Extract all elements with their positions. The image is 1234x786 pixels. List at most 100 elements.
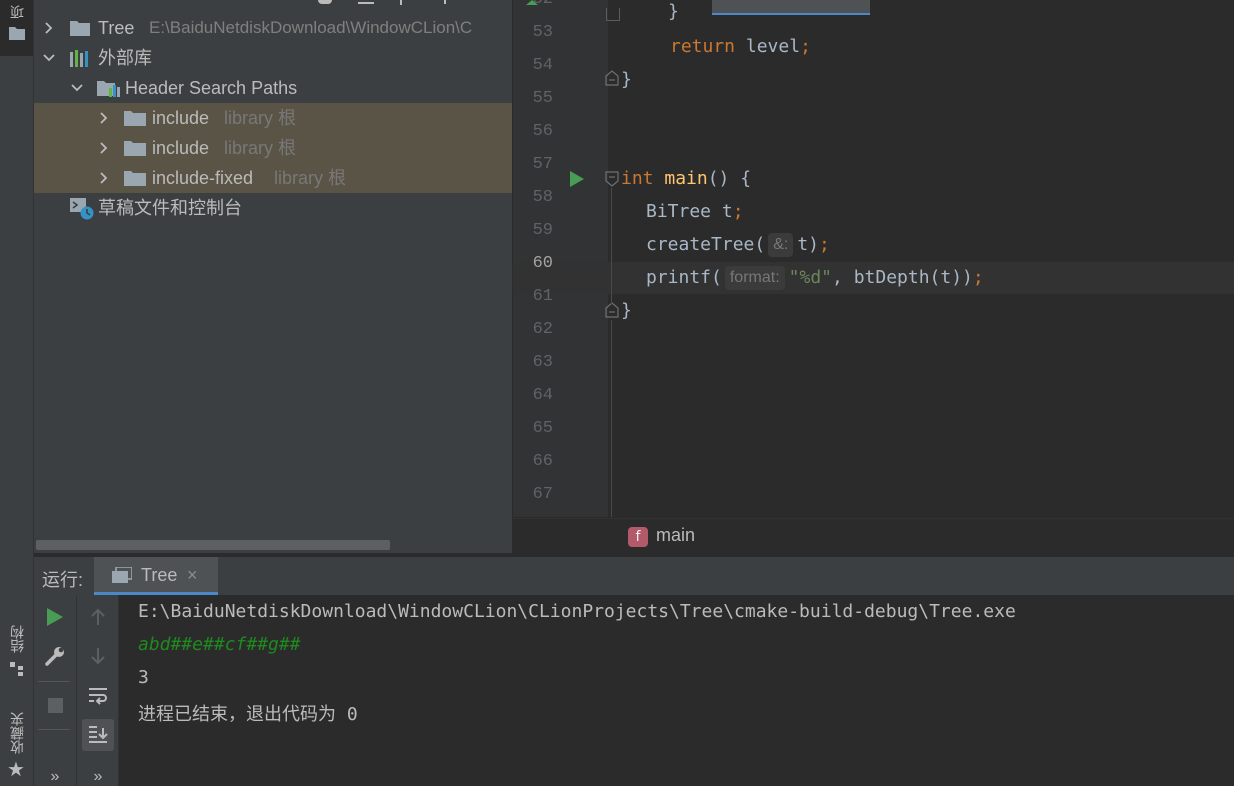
fold-marker[interactable]: [606, 8, 620, 21]
main-function-name: main: [664, 168, 708, 189]
run-main-icon[interactable]: [570, 171, 584, 187]
scroll-down-button[interactable]: [83, 641, 113, 671]
project-panel: Tree E:\BaiduNetdiskDownload\WindowCLion…: [34, 0, 512, 553]
line-number: 55: [532, 89, 553, 108]
code-line-58: BiTree t;: [646, 195, 744, 228]
line-number: 67: [532, 485, 553, 504]
line-number: 63: [532, 353, 553, 372]
main-signature-rest: () {: [707, 168, 752, 189]
more-icon: »: [50, 768, 60, 785]
editor-file-tab[interactable]: [712, 0, 870, 15]
createtree-call: createTree(: [646, 234, 766, 255]
fold-marker[interactable]: [605, 171, 619, 187]
wrap-icon: [89, 688, 107, 705]
code-line-61: }: [621, 294, 632, 327]
scratches-consoles-label: 草稿文件和控制台: [98, 198, 242, 218]
stop-button[interactable]: [40, 690, 70, 720]
tree-project-row[interactable]: Tree E:\BaiduNetdiskDownload\WindowCLion…: [34, 13, 512, 43]
brace-token: }: [621, 300, 632, 321]
line-number: 64: [532, 386, 553, 405]
line-number: 65: [532, 419, 553, 438]
scroll-to-end-button[interactable]: [82, 719, 114, 751]
code-editor[interactable]: 52 53 54 55 56 57 58 59 60 61 62 63 64 65 66 67 } retur…: [513, 0, 1234, 517]
folder-icon: [9, 27, 25, 40]
more-icon: »: [93, 768, 103, 785]
editor-breadcrumb[interactable]: f main: [513, 518, 1234, 554]
project-tab-label: 项: [9, 5, 25, 19]
line-number: 53: [532, 23, 553, 42]
scratches-consoles-row[interactable]: 草稿文件和控制台: [34, 193, 512, 223]
bitree-declaration: BiTree t: [646, 201, 733, 222]
run-console[interactable]: [34, 595, 1234, 786]
console-exe-path: E:\BaiduNetdiskDownload\WindowCLion\CLio…: [138, 601, 1016, 622]
console-exit-message: 进程已结束，退出代码为 0: [138, 704, 358, 725]
close-tab-icon[interactable]: ×: [187, 565, 198, 586]
include-row-2[interactable]: include library 根: [34, 133, 512, 163]
soft-wrap-button[interactable]: [83, 681, 113, 711]
code-line-53: return level;: [670, 30, 811, 63]
header-search-paths-label: Header Search Paths: [125, 78, 298, 98]
external-libraries-label: 外部库: [98, 48, 152, 68]
structure-icon: [10, 662, 23, 676]
function-icon: f: [628, 527, 648, 547]
library-root-hint: library 根: [224, 108, 297, 128]
favorites-tool-tab[interactable]: 收藏夹 ★: [0, 700, 33, 786]
include-fixed-row[interactable]: include-fixed library 根: [34, 163, 512, 193]
chevron-right-icon[interactable]: [97, 171, 111, 185]
include-row-1[interactable]: include library 根: [34, 103, 512, 133]
project-tool-tab[interactable]: 项: [0, 0, 33, 56]
include-label: include: [152, 108, 210, 128]
chevron-down-icon[interactable]: [42, 51, 56, 65]
rerun-button[interactable]: [40, 602, 70, 632]
structure-tool-tab[interactable]: 结构: [0, 612, 33, 684]
settings-button[interactable]: [40, 641, 70, 671]
header-search-paths-row[interactable]: Header Search Paths: [34, 73, 512, 103]
fold-marker[interactable]: [605, 302, 619, 318]
favorites-tab-label: 收藏夹: [9, 712, 25, 754]
code-line-54: }: [621, 63, 632, 96]
printf-call: printf(: [646, 267, 722, 288]
run-panel-header: 运行: Tree ×: [34, 556, 1234, 595]
external-libraries-row[interactable]: 外部库: [34, 43, 512, 73]
star-icon: ★: [7, 759, 25, 781]
breadcrumb-label: main: [656, 525, 696, 545]
more-right-button[interactable]: »: [83, 768, 113, 785]
library-root-hint: library 根: [274, 168, 347, 188]
left-tool-stripe: 项 结构 收藏夹 ★: [0, 0, 34, 786]
library-root-hint: library 根: [224, 138, 297, 158]
more-left-button[interactable]: »: [40, 768, 70, 785]
project-toolbar-fragment: [314, 0, 474, 6]
library-icon: [70, 50, 88, 67]
folder-icon: [124, 111, 146, 126]
line-number: 62: [532, 320, 553, 339]
line-number: 60: [532, 254, 553, 273]
param-hint-ref: &:: [768, 233, 794, 257]
param-hint-format: format:: [724, 266, 785, 290]
stop-icon: [47, 697, 63, 713]
run-tab-tree[interactable]: Tree ×: [94, 557, 218, 595]
arrow-up-icon: [91, 608, 105, 625]
library-folder-icon: [97, 81, 120, 97]
tree-project-label: Tree: [98, 18, 135, 38]
line-number: 54: [532, 56, 553, 75]
chevron-right-icon[interactable]: [42, 21, 56, 35]
return-value: level: [735, 36, 801, 57]
line-number: 57: [532, 155, 553, 174]
console-icon: [112, 567, 132, 583]
line-number: 59: [532, 221, 553, 240]
include-fixed-label: include-fixed: [152, 168, 254, 188]
run-toolbar: » »: [34, 595, 119, 786]
chevron-right-icon[interactable]: [97, 141, 111, 155]
code-line-59: createTree(&: t);: [646, 228, 830, 261]
run-header-label: 运行:: [42, 570, 84, 590]
scratches-icon: [70, 198, 94, 220]
scroll-up-button[interactable]: [83, 602, 113, 632]
horizontal-scrollbar[interactable]: [36, 540, 390, 550]
fold-guide: [611, 320, 612, 517]
chevron-right-icon[interactable]: [97, 111, 111, 125]
fold-guide: [611, 188, 612, 304]
run-tab-label: Tree: [141, 565, 178, 585]
chevron-down-icon[interactable]: [70, 81, 84, 95]
return-keyword: return: [670, 36, 736, 57]
fold-marker[interactable]: [605, 70, 619, 86]
